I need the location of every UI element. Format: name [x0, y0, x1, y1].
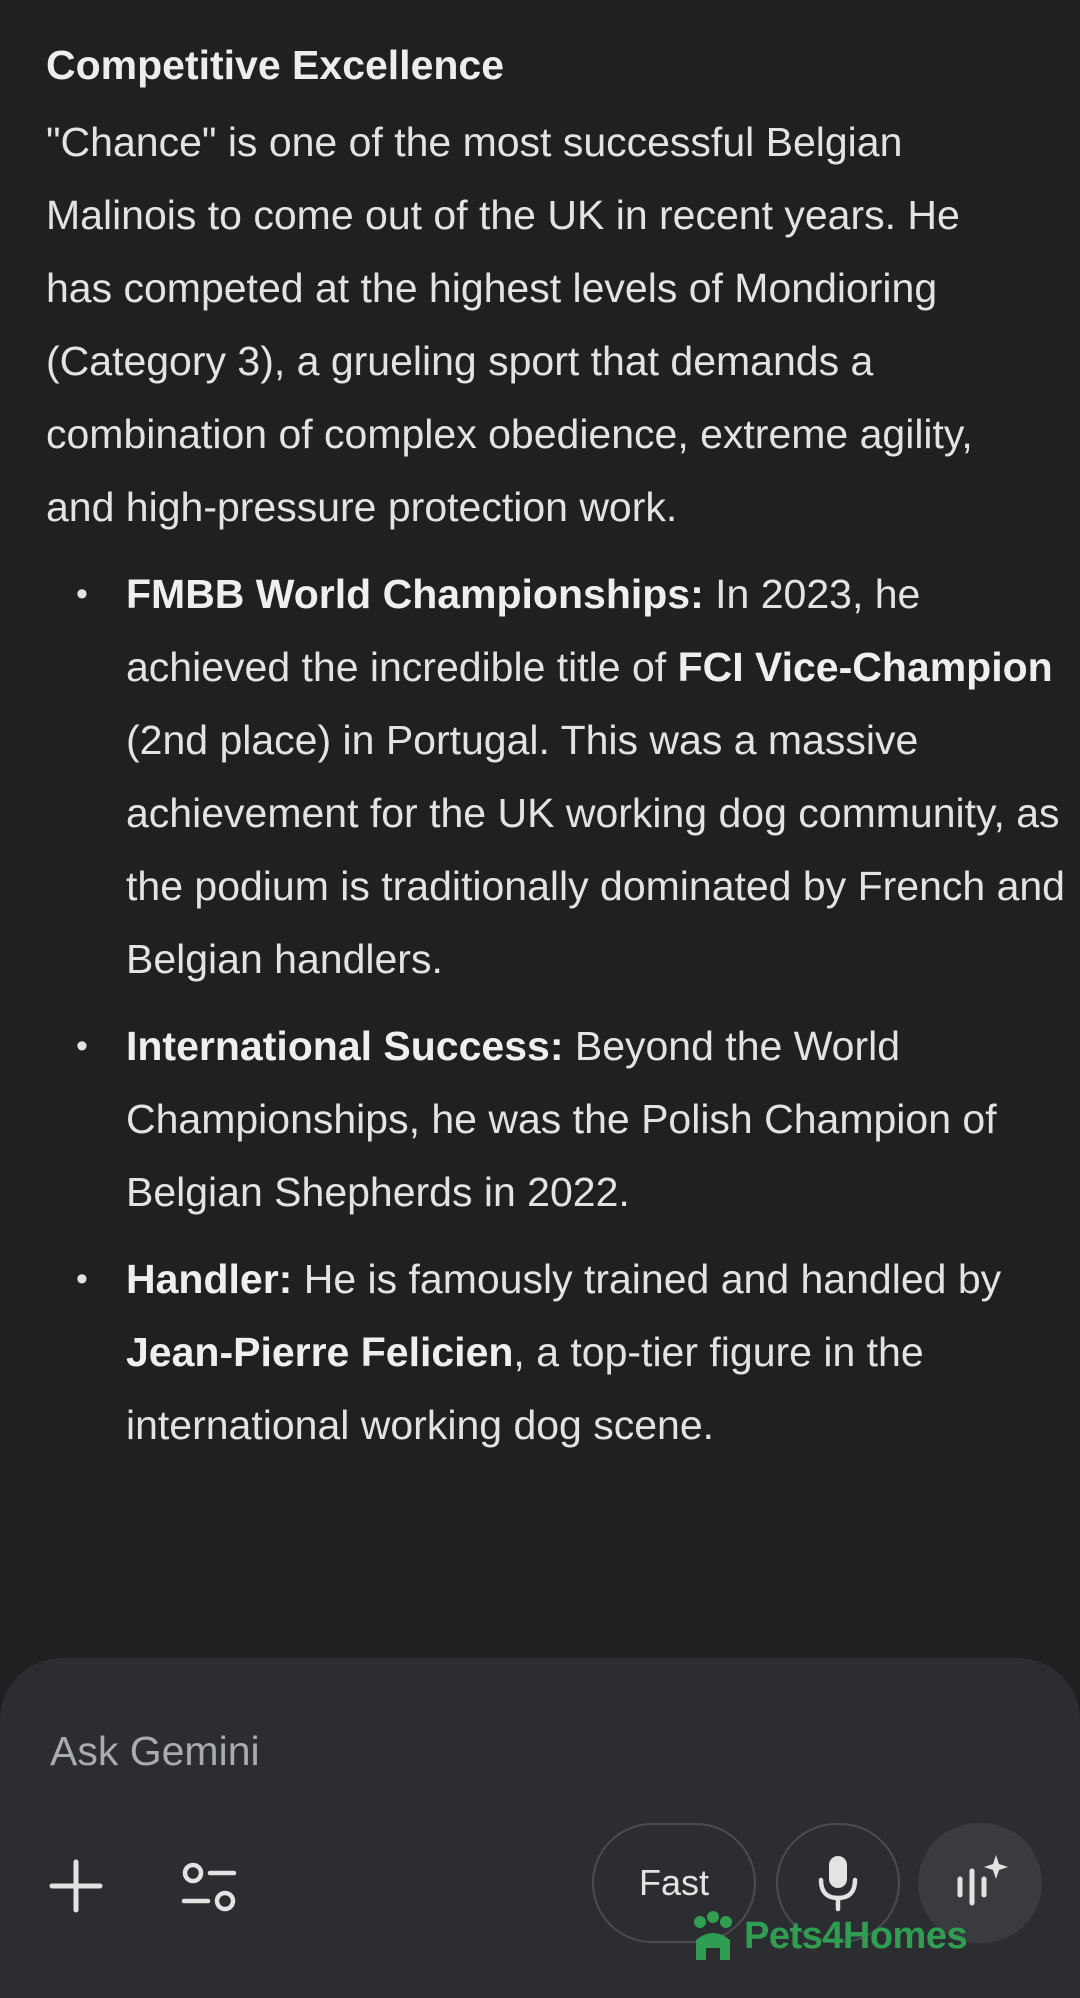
plus-icon[interactable] [48, 1858, 104, 1914]
list-item: • FMBB World Championships: In 2023, he … [46, 558, 1080, 996]
achievements-list: • FMBB World Championships: In 2023, he … [46, 558, 1065, 1462]
pets4homes-watermark: Pets4Homes [690, 1906, 1030, 1966]
bullet-label: FMBB World Championships: [126, 571, 704, 617]
tools-sliders-icon[interactable] [180, 1860, 240, 1914]
list-item: • Handler: He is famously trained and ha… [46, 1243, 1080, 1462]
list-item: • International Success: Beyond the Worl… [46, 1010, 1080, 1229]
bullet-label: Handler: [126, 1256, 293, 1302]
bullet-text: He is famously trained and handled by [292, 1256, 1002, 1302]
bullet-bold: Jean-Pierre Felicien [126, 1329, 514, 1375]
model-label: Fast [638, 1862, 709, 1903]
bullet-icon: • [76, 575, 88, 613]
intro-paragraph: "Chance" is one of the most successful B… [46, 119, 973, 530]
section-heading: Competitive Excellence [46, 42, 505, 88]
paw-logo-icon [694, 1911, 732, 1960]
live-sparkle-icon [957, 1855, 1008, 1906]
bullet-icon: • [76, 1027, 88, 1065]
bullet-bold: FCI Vice-Champion [677, 644, 1053, 690]
microphone-icon [818, 1856, 858, 1912]
response-content: Competitive Excellence "Chance" is one o… [46, 30, 1065, 1476]
bullet-label: International Success: [126, 1023, 564, 1069]
bullet-icon: • [76, 1260, 88, 1298]
ask-gemini-input[interactable]: Ask Gemini [50, 1728, 260, 1775]
watermark-text: Pets4Homes [744, 1914, 968, 1957]
bullet-text: (2nd place) in Portugal. This was a mass… [126, 717, 1065, 982]
